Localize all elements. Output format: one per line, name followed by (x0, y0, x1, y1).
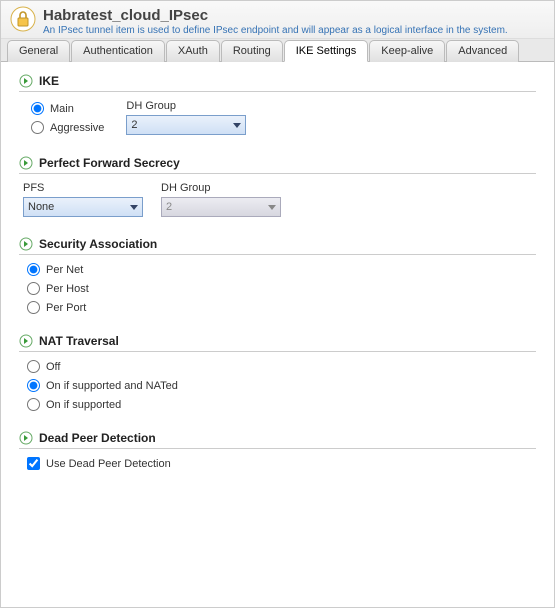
window-header: Habratest_cloud_IPsec An IPsec tunnel it… (1, 1, 554, 39)
tab-ike-settings[interactable]: IKE Settings (284, 40, 369, 62)
arrow-right-icon (19, 74, 33, 88)
section-nat: NAT Traversal Off On if supported and NA… (19, 334, 536, 413)
page-subtitle: An IPsec tunnel item is used to define I… (43, 25, 508, 36)
content-area: IKE Main Aggressive DH Group 2 (1, 62, 554, 502)
tab-general[interactable]: General (7, 40, 70, 62)
nat-off[interactable]: Off (27, 360, 532, 373)
tab-bar: General Authentication XAuth Routing IKE… (1, 39, 554, 62)
pfs-value: None (28, 201, 54, 213)
header-text: Habratest_cloud_IPsec An IPsec tunnel it… (43, 5, 508, 36)
section-head-nat: NAT Traversal (19, 334, 536, 352)
section-title-pfs: Perfect Forward Secrecy (39, 156, 180, 170)
sa-per-host-radio[interactable] (27, 282, 40, 295)
sa-per-port-radio[interactable] (27, 301, 40, 314)
ike-dh-value: 2 (131, 119, 137, 131)
sa-per-net-radio[interactable] (27, 263, 40, 276)
nat-on-nated[interactable]: On if supported and NATed (27, 379, 532, 392)
section-title-sa: Security Association (39, 237, 157, 251)
ike-mode-main-radio[interactable] (31, 102, 44, 115)
pfs-dh-value: 2 (166, 201, 172, 213)
ike-dh-field: DH Group 2 (126, 100, 246, 135)
ike-dh-select[interactable]: 2 (126, 115, 246, 135)
ike-mode-radios: Main Aggressive (23, 100, 108, 136)
chevron-down-icon (233, 123, 241, 128)
pfs-label: PFS (23, 182, 143, 194)
sa-per-port[interactable]: Per Port (27, 301, 532, 314)
pfs-field: PFS None (23, 182, 143, 217)
pfs-dh-select: 2 (161, 197, 281, 217)
sa-radios: Per Net Per Host Per Port (19, 261, 536, 316)
tab-xauth[interactable]: XAuth (166, 40, 220, 62)
ike-dh-label: DH Group (126, 100, 246, 112)
dpd-checkbox-label[interactable]: Use Dead Peer Detection (27, 457, 528, 470)
section-title-dpd: Dead Peer Detection (39, 431, 156, 445)
nat-on-nated-radio[interactable] (27, 379, 40, 392)
nat-off-radio[interactable] (27, 360, 40, 373)
chevron-down-icon (268, 205, 276, 210)
dpd-checkbox[interactable] (27, 457, 40, 470)
section-head-ike: IKE (19, 74, 536, 92)
ike-mode-aggressive-radio[interactable] (31, 121, 44, 134)
arrow-right-icon (19, 431, 33, 445)
nat-on-supported[interactable]: On if supported (27, 398, 532, 411)
tab-routing[interactable]: Routing (221, 40, 283, 62)
tab-keep-alive[interactable]: Keep-alive (369, 40, 445, 62)
ike-mode-aggressive[interactable]: Aggressive (31, 121, 104, 134)
arrow-right-icon (19, 334, 33, 348)
sa-per-net[interactable]: Per Net (27, 263, 532, 276)
page-title: Habratest_cloud_IPsec (43, 7, 508, 24)
sa-per-host[interactable]: Per Host (27, 282, 532, 295)
tab-authentication[interactable]: Authentication (71, 40, 165, 62)
section-title-nat: NAT Traversal (39, 334, 119, 348)
tab-advanced[interactable]: Advanced (446, 40, 519, 62)
section-title-ike: IKE (39, 74, 59, 88)
pfs-dh-label: DH Group (161, 182, 281, 194)
section-dpd: Dead Peer Detection Use Dead Peer Detect… (19, 431, 536, 472)
lock-icon (9, 5, 37, 33)
chevron-down-icon (130, 205, 138, 210)
section-head-sa: Security Association (19, 237, 536, 255)
nat-radios: Off On if supported and NATed On if supp… (19, 358, 536, 413)
section-head-dpd: Dead Peer Detection (19, 431, 536, 449)
dpd-check-row: Use Dead Peer Detection (19, 455, 536, 472)
section-ike: IKE Main Aggressive DH Group 2 (19, 74, 536, 138)
ike-mode-main[interactable]: Main (31, 102, 104, 115)
section-pfs: Perfect Forward Secrecy PFS None DH Grou… (19, 156, 536, 219)
section-head-pfs: Perfect Forward Secrecy (19, 156, 536, 174)
nat-on-supported-radio[interactable] (27, 398, 40, 411)
arrow-right-icon (19, 156, 33, 170)
arrow-right-icon (19, 237, 33, 251)
ipsec-config-window: Habratest_cloud_IPsec An IPsec tunnel it… (0, 0, 555, 608)
pfs-dh-field: DH Group 2 (161, 182, 281, 217)
section-sa: Security Association Per Net Per Host Pe… (19, 237, 536, 316)
pfs-select[interactable]: None (23, 197, 143, 217)
